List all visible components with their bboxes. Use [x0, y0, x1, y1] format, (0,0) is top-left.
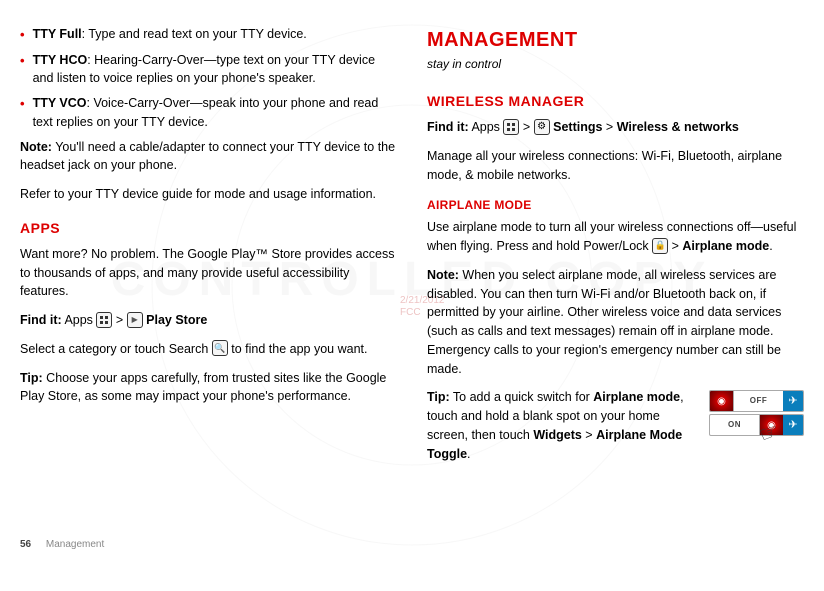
tty-vco-term: TTY VCO: [33, 96, 87, 110]
page-footer: 56 Management: [20, 537, 104, 552]
toggle-on-label: ON: [710, 419, 759, 431]
airplane-mode-heading: AIRPLANE MODE: [427, 196, 804, 214]
tty-refer: Refer to your TTY device guide for mode …: [20, 185, 397, 204]
settings-label: Settings: [550, 120, 603, 134]
apps-intro: Want more? No problem. The Google Play™ …: [20, 245, 397, 301]
am-d: .: [769, 239, 772, 253]
play-store-icon: [127, 312, 143, 328]
bullet-dot-icon: •: [20, 51, 25, 89]
wm-manage-text: Manage all your wireless connections: Wi…: [427, 147, 804, 185]
bullet-tty-full: • TTY Full: Type and read text on your T…: [20, 25, 397, 45]
bullet-tty-vco: • TTY VCO: Voice-Carry-Over—speak into y…: [20, 94, 397, 132]
page-number: 56: [20, 539, 31, 550]
tty-full-term: TTY Full: [33, 27, 82, 41]
tip-label-r: Tip:: [427, 390, 450, 404]
power-lock-icon: [652, 238, 668, 254]
tip-e: >: [582, 428, 596, 442]
tip-text-left: Choose your apps carefully, from trusted…: [20, 371, 386, 404]
airplane-mode-note: Note: When you select airplane mode, all…: [427, 266, 804, 379]
airplane-icon: ✈: [783, 415, 803, 435]
tip-g: .: [467, 447, 470, 461]
search-icon: [212, 340, 228, 356]
footer-section: Management: [46, 539, 104, 550]
tip-label-left: Tip:: [20, 371, 43, 385]
toggle-off-row: ◉ OFF ✈: [709, 390, 804, 412]
bullet-tty-hco: • TTY HCO: Hearing-Carry-Over—type text …: [20, 51, 397, 89]
note-label-r: Note:: [427, 268, 459, 282]
am-b: >: [668, 239, 682, 253]
select-b: to find the app you want.: [228, 342, 368, 356]
management-heading: MANAGEMENT: [427, 25, 804, 55]
bullet-dot-icon: •: [20, 94, 25, 132]
gt-r2: >: [602, 120, 616, 134]
gt-1: >: [112, 313, 126, 327]
note-label: Note:: [20, 140, 52, 154]
wm-find-it: Find it: Apps > Settings > Wireless & ne…: [427, 118, 804, 137]
tip-a: To add a quick switch for: [450, 390, 594, 404]
apps-select: Select a category or touch Search to fin…: [20, 340, 397, 359]
apps-find-it: Find it: Apps > Play Store: [20, 311, 397, 330]
wireless-manager-heading: WIRELESS MANAGER: [427, 91, 804, 112]
airplane-icon: ✈: [783, 391, 803, 411]
tip-d: Widgets: [533, 428, 582, 442]
airplane-mode-tip-block: ◉ OFF ✈ ON ◉ ✈ ☞ Tip: To add a quick swi…: [427, 388, 804, 463]
find-it-apps: Apps: [62, 313, 97, 327]
find-it-label: Find it:: [20, 313, 62, 327]
select-a: Select a category or touch Search: [20, 342, 212, 356]
gt-r1: >: [519, 120, 533, 134]
apps-grid-icon: [96, 312, 112, 328]
apps-tip: Tip: Choose your apps carefully, from tr…: [20, 369, 397, 407]
am-c: Airplane mode: [682, 239, 769, 253]
airplane-mode-intro: Use airplane mode to turn all your wirel…: [427, 218, 804, 256]
bullet-dot-icon: •: [20, 25, 25, 45]
play-store-label: Play Store: [143, 313, 208, 327]
toggle-off-label: OFF: [734, 395, 783, 407]
note-text: You'll need a cable/adapter to connect y…: [20, 140, 395, 173]
airplane-toggle-figure: ◉ OFF ✈ ON ◉ ✈ ☞: [709, 390, 804, 438]
wireless-networks-label: Wireless & networks: [617, 120, 739, 134]
find-it-label-r: Find it:: [427, 120, 469, 134]
toggle-knob-icon: ◉: [710, 391, 734, 411]
management-tagline: stay in control: [427, 55, 804, 73]
note-text-r: When you select airplane mode, all wirel…: [427, 268, 781, 376]
apps-grid-icon: [503, 119, 519, 135]
find-it-apps-r: Apps: [469, 120, 504, 134]
tty-hco-term: TTY HCO: [33, 53, 88, 67]
left-column: • TTY Full: Type and read text on your T…: [20, 25, 397, 473]
tty-full-desc: : Type and read text on your TTY device.: [82, 27, 307, 41]
tty-note: Note: You'll need a cable/adapter to con…: [20, 138, 397, 176]
settings-gear-icon: [534, 119, 550, 135]
right-column: MANAGEMENT stay in control WIRELESS MANA…: [427, 25, 804, 473]
tip-b: Airplane mode: [593, 390, 680, 404]
apps-heading: APPS: [20, 218, 397, 239]
